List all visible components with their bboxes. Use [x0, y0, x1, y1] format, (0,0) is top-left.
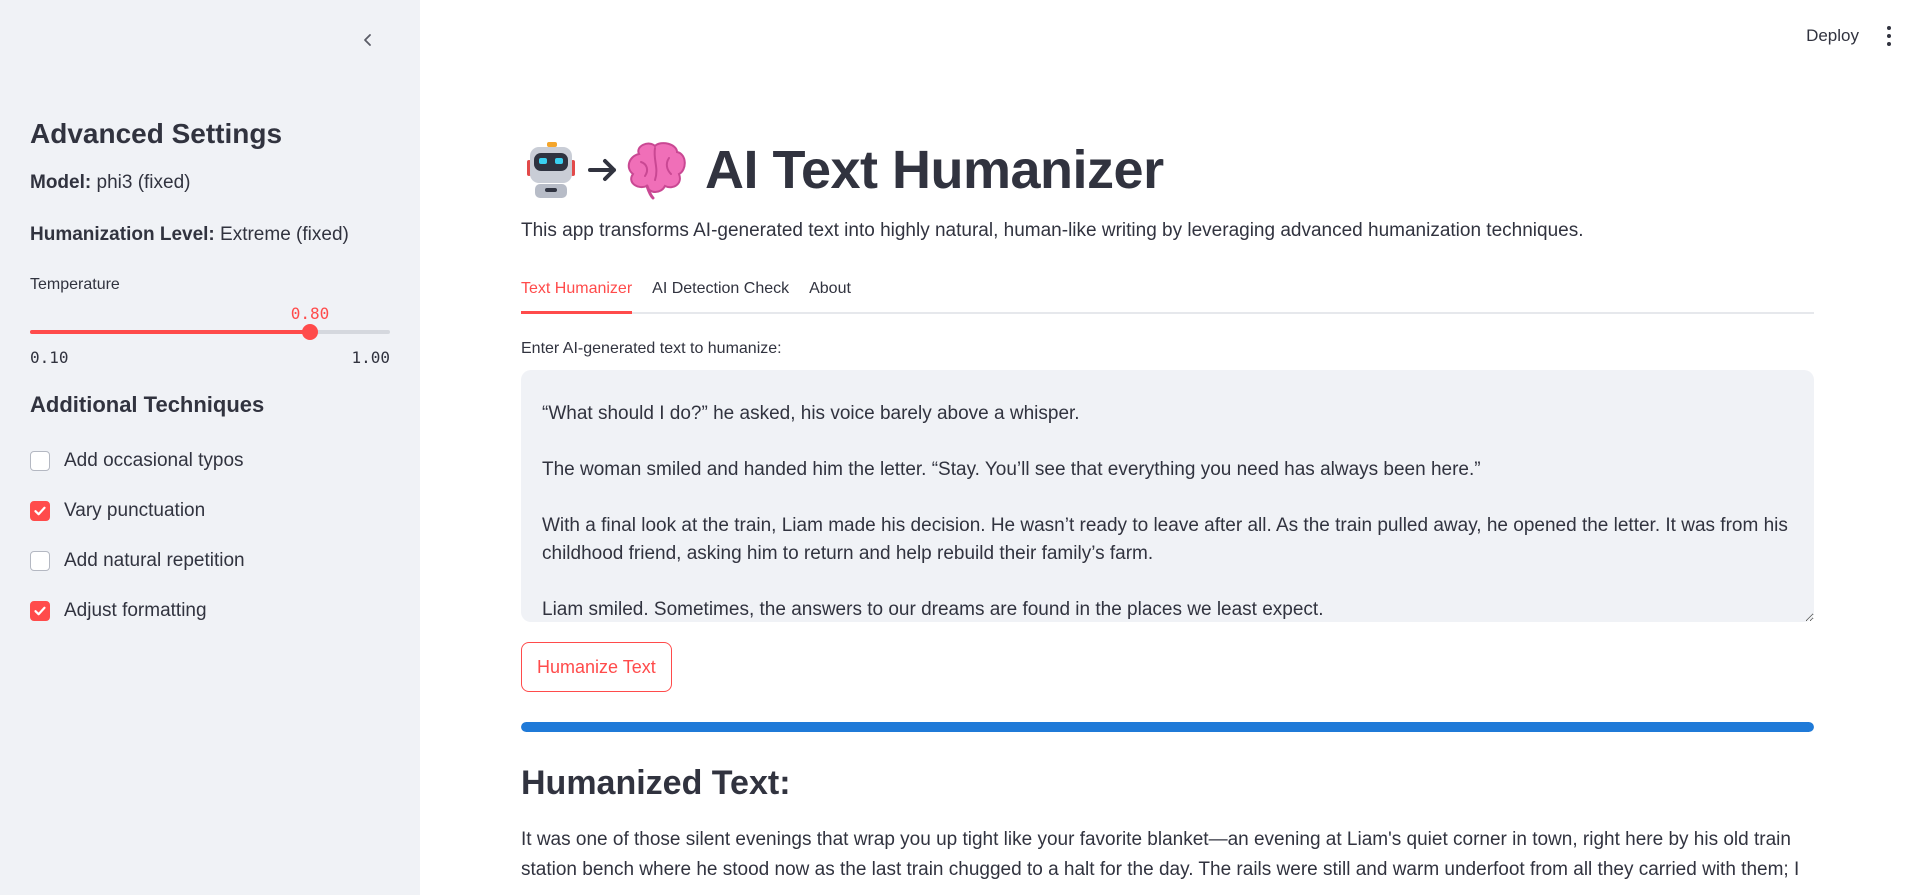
checkbox-vary-punctuation[interactable]: Vary punctuation	[30, 486, 390, 536]
brain-icon	[627, 142, 686, 200]
main-menu-button[interactable]	[1879, 24, 1899, 48]
checkbox-indicator[interactable]	[30, 551, 50, 571]
app-root: Advanced Settings Model: phi3 (fixed) Hu…	[0, 0, 1919, 895]
deploy-button[interactable]: Deploy	[1806, 26, 1859, 46]
checkbox-label: Vary punctuation	[64, 500, 206, 521]
techniques-list: Add occasional typos Vary punctuation Ad…	[30, 436, 390, 636]
checkmark-icon	[34, 506, 46, 516]
temperature-slider[interactable]: 0.80 0.10 1.00	[30, 304, 390, 374]
humanized-output-text: It was one of those silent evenings that…	[521, 829, 1800, 880]
model-value: phi3 (fixed)	[91, 172, 191, 193]
collapse-sidebar-button[interactable]	[356, 28, 380, 52]
checkbox-label: Adjust formatting	[64, 600, 207, 621]
checkbox-adjust-formatting[interactable]: Adjust formatting	[30, 586, 390, 636]
temperature-value: 0.80	[290, 304, 330, 323]
sidebar: Advanced Settings Model: phi3 (fixed) Hu…	[0, 0, 420, 895]
tab-bar: Text Humanizer AI Detection Check About	[521, 268, 1814, 314]
level-label: Humanization Level:	[30, 224, 215, 245]
input-label: Enter AI-generated text to humanize:	[521, 340, 782, 357]
checkbox-indicator[interactable]	[30, 601, 50, 621]
checkbox-add-typos[interactable]: Add occasional typos	[30, 436, 390, 486]
checkbox-label: Add natural repetition	[64, 550, 245, 571]
humanization-level-info: Humanization Level: Extreme (fixed)	[30, 224, 390, 246]
checkmark-icon	[34, 606, 46, 616]
sidebar-content: Advanced Settings Model: phi3 (fixed) Hu…	[30, 118, 390, 636]
tab-ai-detection-check[interactable]: AI Detection Check	[652, 268, 789, 312]
humanize-text-button[interactable]: Humanize Text	[521, 642, 672, 692]
ai-text-input[interactable]: “What should I do?” he asked, his voice …	[521, 370, 1814, 622]
main-area: Deploy AI Text Humanizer This app transf…	[420, 0, 1919, 895]
page-title: AI Text Humanizer	[705, 140, 1164, 200]
sidebar-title: Advanced Settings	[30, 118, 283, 149]
top-toolbar: Deploy	[1806, 24, 1899, 48]
main-content: AI Text Humanizer This app transforms AI…	[521, 138, 1814, 885]
arrow-right-icon	[588, 159, 616, 181]
tab-text-humanizer[interactable]: Text Humanizer	[521, 268, 633, 314]
progress-fill	[521, 722, 1814, 732]
checkbox-label: Add occasional typos	[64, 450, 244, 471]
app-description: This app transforms AI-generated text in…	[521, 220, 1584, 241]
techniques-title: Additional Techniques	[30, 392, 265, 417]
checkbox-indicator[interactable]	[30, 501, 50, 521]
slider-max-label: 1.00	[351, 348, 390, 367]
level-value: Extreme (fixed)	[214, 224, 349, 245]
model-label: Model:	[30, 172, 92, 193]
checkbox-natural-repetition[interactable]: Add natural repetition	[30, 536, 390, 586]
title-row: AI Text Humanizer	[521, 138, 1814, 202]
slider-track[interactable]	[30, 330, 390, 334]
slider-thumb[interactable]	[302, 324, 318, 340]
kebab-dot-icon	[1887, 42, 1891, 46]
temperature-label: Temperature	[30, 276, 120, 293]
progress-bar	[521, 722, 1814, 732]
slider-min-label: 0.10	[30, 348, 69, 367]
kebab-dot-icon	[1887, 26, 1891, 30]
robot-icon	[527, 142, 575, 198]
tab-about[interactable]: About	[809, 268, 851, 312]
checkbox-indicator[interactable]	[30, 451, 50, 471]
model-info: Model: phi3 (fixed)	[30, 172, 390, 194]
kebab-dot-icon	[1887, 34, 1891, 38]
output-title: Humanized Text:	[521, 764, 791, 802]
chevron-left-icon	[364, 34, 371, 46]
slider-fill	[30, 330, 310, 334]
